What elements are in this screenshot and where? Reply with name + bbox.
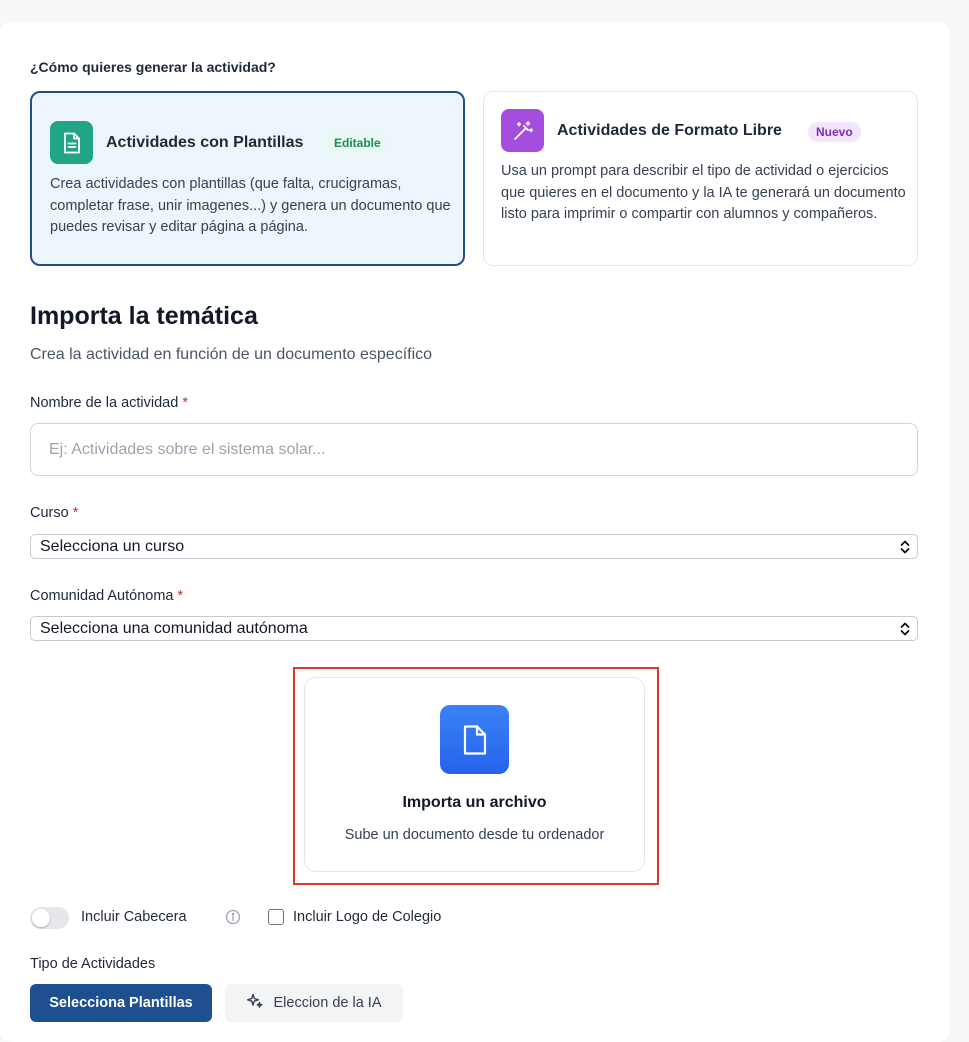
activity-name-input[interactable] <box>30 423 918 476</box>
file-icon <box>440 705 509 774</box>
community-label: Comunidad Autónoma * <box>30 588 184 604</box>
upload-subtitle: Sube un documento desde tu ordenador <box>344 827 605 843</box>
generation-question: ¿Cómo quieres generar la actividad? <box>30 59 276 75</box>
option-card-free-format[interactable]: Actividades de Formato Libre Nuevo Usa u… <box>483 91 918 266</box>
ai-choice-label: Eleccion de la IA <box>273 995 382 1011</box>
required-marker: * <box>72 505 79 521</box>
toggle-knob <box>32 909 50 927</box>
option-description: Crea actividades con plantillas (que fal… <box>50 176 451 235</box>
course-select-value: Selecciona un curso <box>40 537 185 555</box>
ai-choice-button[interactable]: Eleccion de la IA <box>225 984 403 1022</box>
include-header-toggle[interactable] <box>30 907 69 929</box>
chevron-up-down-icon <box>898 620 912 643</box>
chevron-up-down-icon <box>898 538 912 561</box>
course-label: Curso * <box>30 505 79 521</box>
community-select[interactable]: Selecciona una comunidad autónoma <box>30 616 918 641</box>
magic-wand-icon <box>501 109 544 152</box>
community-select-value: Selecciona una comunidad autónoma <box>40 619 308 637</box>
section-title: Importa la temática <box>30 302 258 330</box>
select-templates-button[interactable]: Selecciona Plantillas <box>30 984 212 1022</box>
option-title: Actividades de Formato Libre <box>557 122 782 139</box>
section-subtitle: Crea la actividad en función de un docum… <box>30 346 433 363</box>
option-title: Actividades con Plantillas <box>106 134 304 151</box>
include-logo-checkbox[interactable] <box>268 909 284 925</box>
upload-file-card[interactable]: Importa un archivo Sube un documento des… <box>304 677 645 872</box>
sparkles-icon <box>246 992 264 1014</box>
upload-title: Importa un archivo <box>402 794 547 811</box>
include-header-label: Incluir Cabecera <box>81 909 187 925</box>
required-marker: * <box>177 588 184 604</box>
editable-badge: Editable <box>326 133 389 153</box>
course-select[interactable]: Selecciona un curso <box>30 534 918 559</box>
activity-type-label: Tipo de Actividades <box>30 956 156 972</box>
document-text-icon <box>50 121 93 164</box>
info-icon[interactable] <box>225 909 241 930</box>
include-logo-label: Incluir Logo de Colegio <box>293 909 442 925</box>
new-badge: Nuevo <box>808 122 861 142</box>
activity-name-label: Nombre de la actividad * <box>30 395 188 411</box>
required-marker: * <box>182 395 188 411</box>
option-description: Usa un prompt para describir el tipo de … <box>501 163 906 222</box>
option-card-templates[interactable]: Actividades con Plantillas Editable Crea… <box>30 91 465 266</box>
